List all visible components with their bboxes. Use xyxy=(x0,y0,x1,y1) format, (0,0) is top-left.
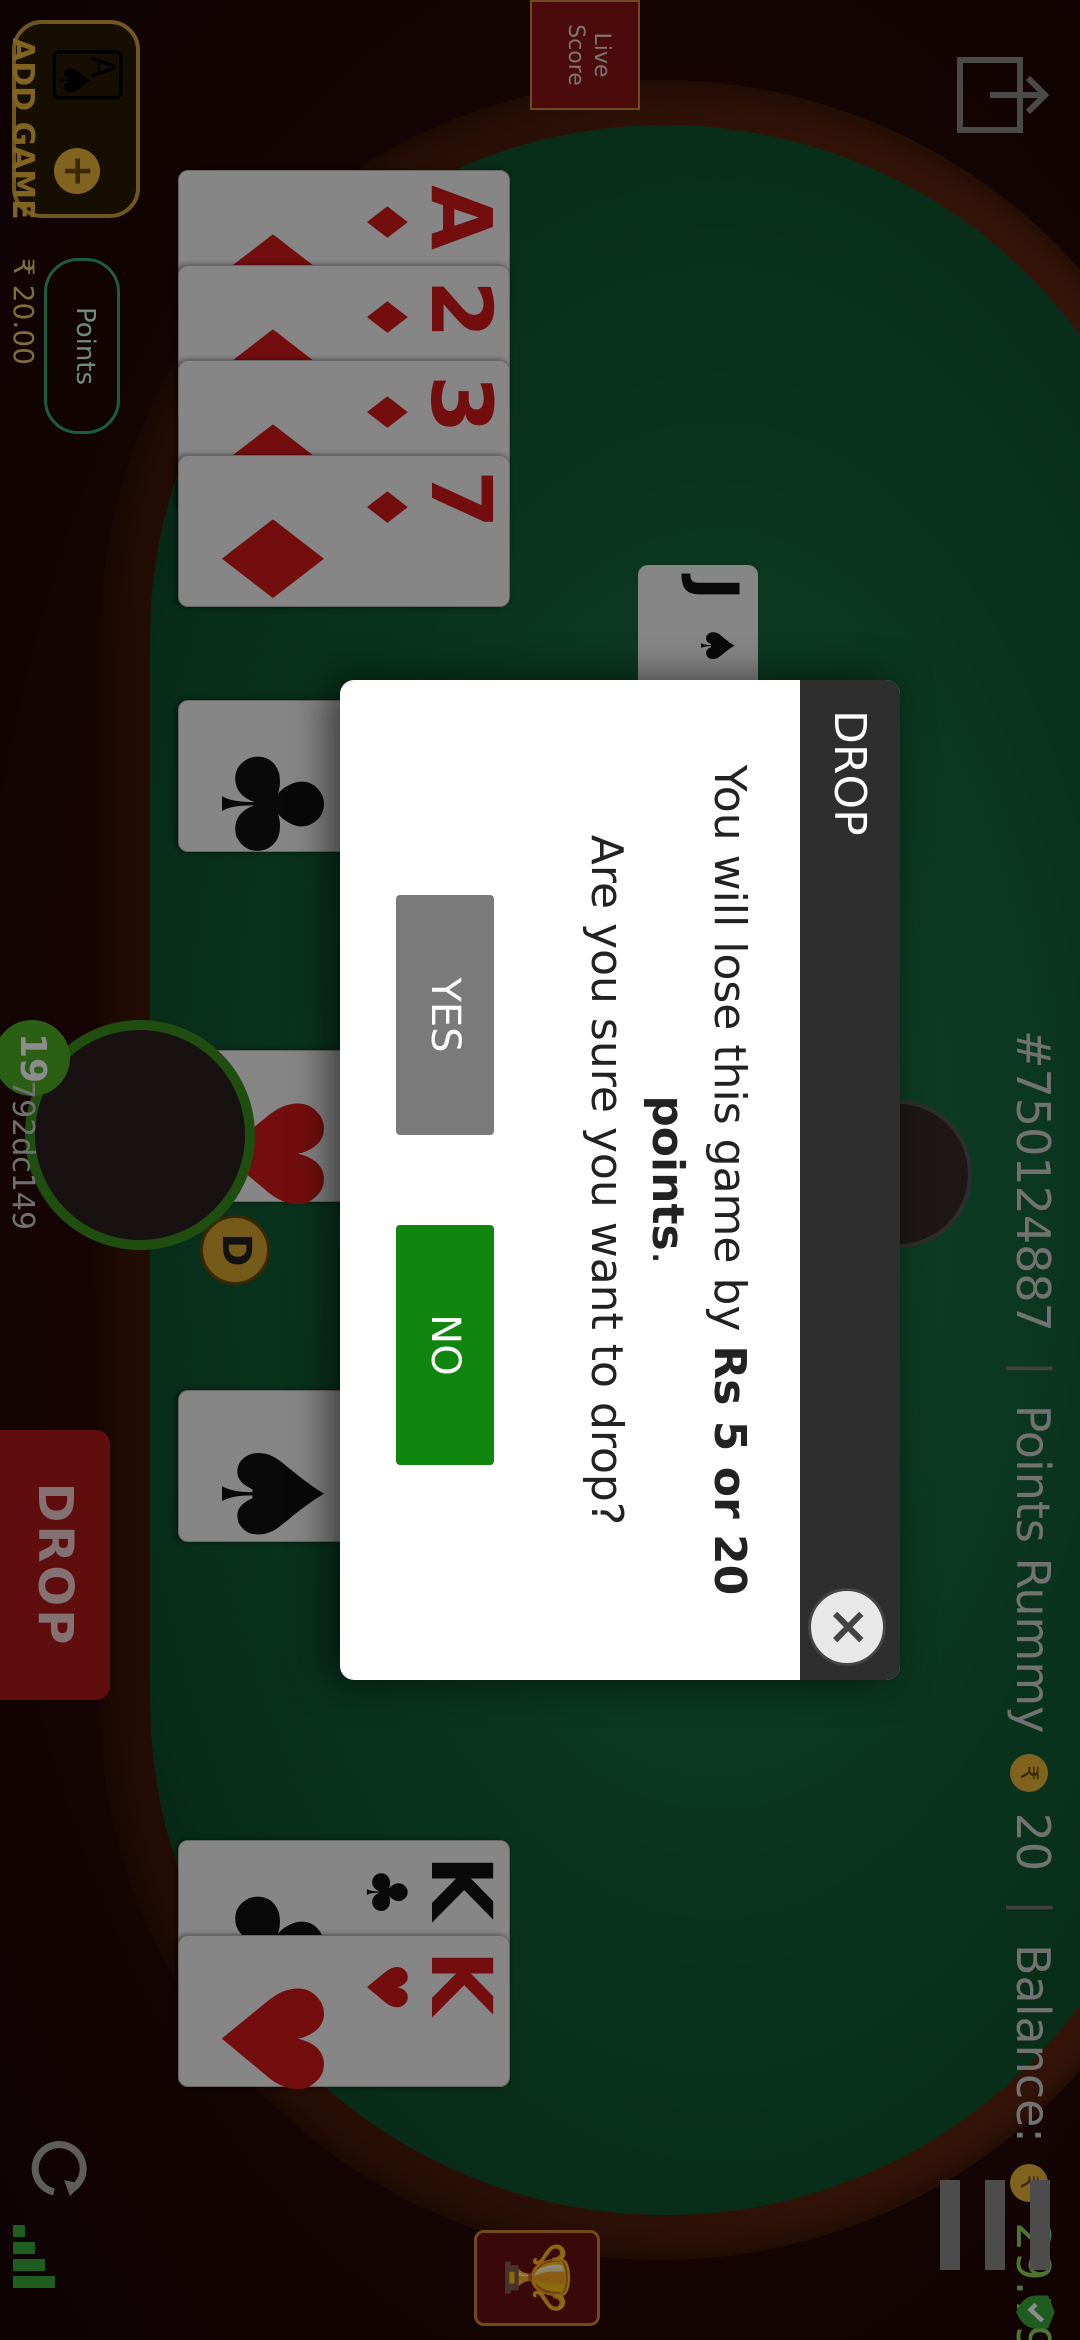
message-pre: You will lose this game by xyxy=(704,764,755,1346)
dialog-message: You will lose this game by Rs 5 or 20 po… xyxy=(575,680,760,1680)
close-icon[interactable]: × xyxy=(808,1588,886,1666)
message-line2: Are you sure you want to drop? xyxy=(580,834,632,1526)
drop-confirm-dialog: DROP × You will lose this game by Rs 5 o… xyxy=(340,680,900,1680)
message-post: . xyxy=(642,1250,694,1265)
dialog-title: DROP xyxy=(824,710,876,836)
dialog-header: DROP × xyxy=(800,680,900,1680)
game-table-screen: #750124887 | Points Rummy ₹ 20 | Balance… xyxy=(0,0,1080,2340)
yes-button[interactable]: YES xyxy=(396,895,494,1135)
no-button[interactable]: NO xyxy=(396,1225,494,1465)
